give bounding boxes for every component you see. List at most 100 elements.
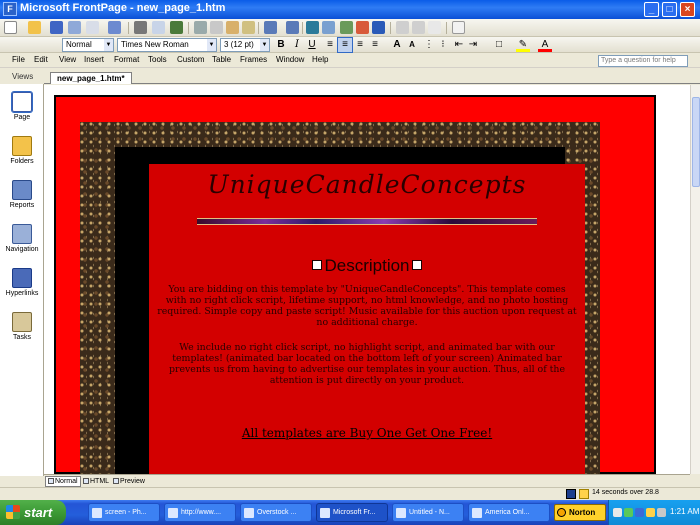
preview-icon[interactable] [152,21,165,34]
align-center-button[interactable]: ≡ [337,37,353,53]
decrease-font-size-button[interactable]: A [405,38,419,52]
increase-font-size-button[interactable]: A [390,38,404,52]
increase-indent-button[interactable]: ⇥ [466,38,480,52]
align-right-button[interactable]: ≡ [353,38,367,52]
print-icon[interactable] [134,21,147,34]
download-time: 14 seconds over 28.8 [592,489,659,496]
underline-button[interactable]: U [305,38,319,52]
justify-button[interactable]: ≡ [368,38,382,52]
web-component-icon[interactable] [108,21,121,34]
refresh-icon[interactable] [396,21,409,34]
bullets-button[interactable]: ⁝ [436,38,450,52]
tray-icon[interactable] [646,508,655,517]
menu-file[interactable]: File [12,55,25,64]
document-tab[interactable]: new_page_1.htm* [50,72,132,84]
task-button[interactable]: America Onl... [468,503,550,522]
task-button[interactable]: Overstock ... [240,503,312,522]
frontpage-icon [320,508,330,518]
bold-button[interactable]: B [274,38,288,52]
menu-custom[interactable]: Custom [177,55,205,64]
view-navigation[interactable]: Navigation [1,222,43,266]
view-folders[interactable]: Folders [1,134,43,178]
norton-icon [557,508,566,517]
menu-help[interactable]: Help [312,55,328,64]
menu-tools[interactable]: Tools [148,55,167,64]
menu-table[interactable]: Table [212,55,231,64]
promo-link[interactable]: All templates are Buy One Get One Free! [149,426,585,440]
new-page-icon[interactable] [4,21,17,34]
minimize-button[interactable]: _ [644,2,659,17]
view-reports[interactable]: Reports [1,178,43,222]
start-button[interactable]: start [0,500,66,525]
menu-edit[interactable]: Edit [34,55,48,64]
task-button[interactable]: screen - Ph... [88,503,160,522]
frontpage-icon: F [3,2,17,16]
cut-icon[interactable] [194,21,207,34]
maximize-button[interactable]: □ [662,2,677,17]
undo-icon[interactable] [264,21,277,34]
menu-insert[interactable]: Insert [84,55,104,64]
font-size-select[interactable]: 3 (12 pt) ▼ [220,38,270,52]
connection-icon [566,489,576,499]
drawing-icon[interactable] [356,21,369,34]
insert-picture-icon[interactable] [340,21,353,34]
save-icon[interactable] [50,21,63,34]
show-all-icon[interactable] [428,21,441,34]
menu-view[interactable]: View [59,55,76,64]
view-tasks[interactable]: Tasks [1,310,43,354]
stop-icon[interactable] [412,21,425,34]
title-bar: F Microsoft FrontPage - new_page_1.htm _… [0,0,700,19]
insert-table-icon[interactable] [322,21,335,34]
font-select[interactable]: Times New Roman ▼ [117,38,217,52]
tab-preview[interactable]: Preview [110,476,148,487]
highlight-icon[interactable]: ✎ [516,38,530,52]
help-search-input[interactable]: Type a question for help [598,55,688,67]
web-component-insert-icon[interactable] [306,21,319,34]
style-select[interactable]: Normal ▼ [62,38,114,52]
copy-icon[interactable] [210,21,223,34]
tray-icon[interactable] [613,508,622,517]
view-page[interactable]: Page [1,90,43,134]
menu-format[interactable]: Format [114,55,139,64]
task-label: Microsoft Fr... [333,509,376,516]
vertical-scrollbar[interactable] [690,85,700,474]
norton-button[interactable]: Norton [554,504,606,521]
numbering-button[interactable]: ⋮ [422,38,436,52]
scrollbar-thumb[interactable] [692,97,700,187]
open-folder-icon[interactable] [28,21,41,34]
italic-button[interactable]: I [290,38,304,52]
publish-icon[interactable] [68,21,81,34]
editor-canvas[interactable]: UniqueCandleConcepts Description You are… [44,85,690,474]
task-button[interactable]: Untitled - N... [392,503,464,522]
search-icon[interactable] [86,21,99,34]
spelling-icon[interactable] [170,21,183,34]
tray-icon[interactable] [624,508,633,517]
toolbar-separator [128,22,129,34]
tray-icon[interactable] [635,508,644,517]
volume-icon[interactable] [657,508,666,517]
font-value: Times New Roman [121,40,189,49]
font-color-button[interactable]: A [538,38,552,52]
tab-html[interactable]: HTML [80,476,112,487]
align-left-button[interactable]: ≡ [323,38,337,52]
paste-icon[interactable] [226,21,239,34]
notepad-icon [396,508,406,518]
menu-window[interactable]: Window [276,55,304,64]
normal-view-icon [48,478,54,484]
decrease-indent-button[interactable]: ⇤ [452,38,466,52]
task-button[interactable]: Microsoft Fr... [316,503,388,522]
hyperlink-icon[interactable] [372,21,385,34]
close-button[interactable]: × [680,2,695,17]
chevron-down-icon: ▼ [104,39,113,51]
borders-button[interactable]: □ [492,38,506,52]
view-label: Hyperlinks [5,290,39,297]
format-painter-icon[interactable] [242,21,255,34]
toolbar-separator [302,22,303,34]
tab-normal[interactable]: Normal [45,476,81,487]
menu-frames[interactable]: Frames [240,55,267,64]
help-icon[interactable] [452,21,465,34]
redo-icon[interactable] [286,21,299,34]
view-hyperlinks[interactable]: Hyperlinks [1,266,43,310]
task-label: America Onl... [485,509,530,516]
task-button[interactable]: http://www.... [164,503,236,522]
